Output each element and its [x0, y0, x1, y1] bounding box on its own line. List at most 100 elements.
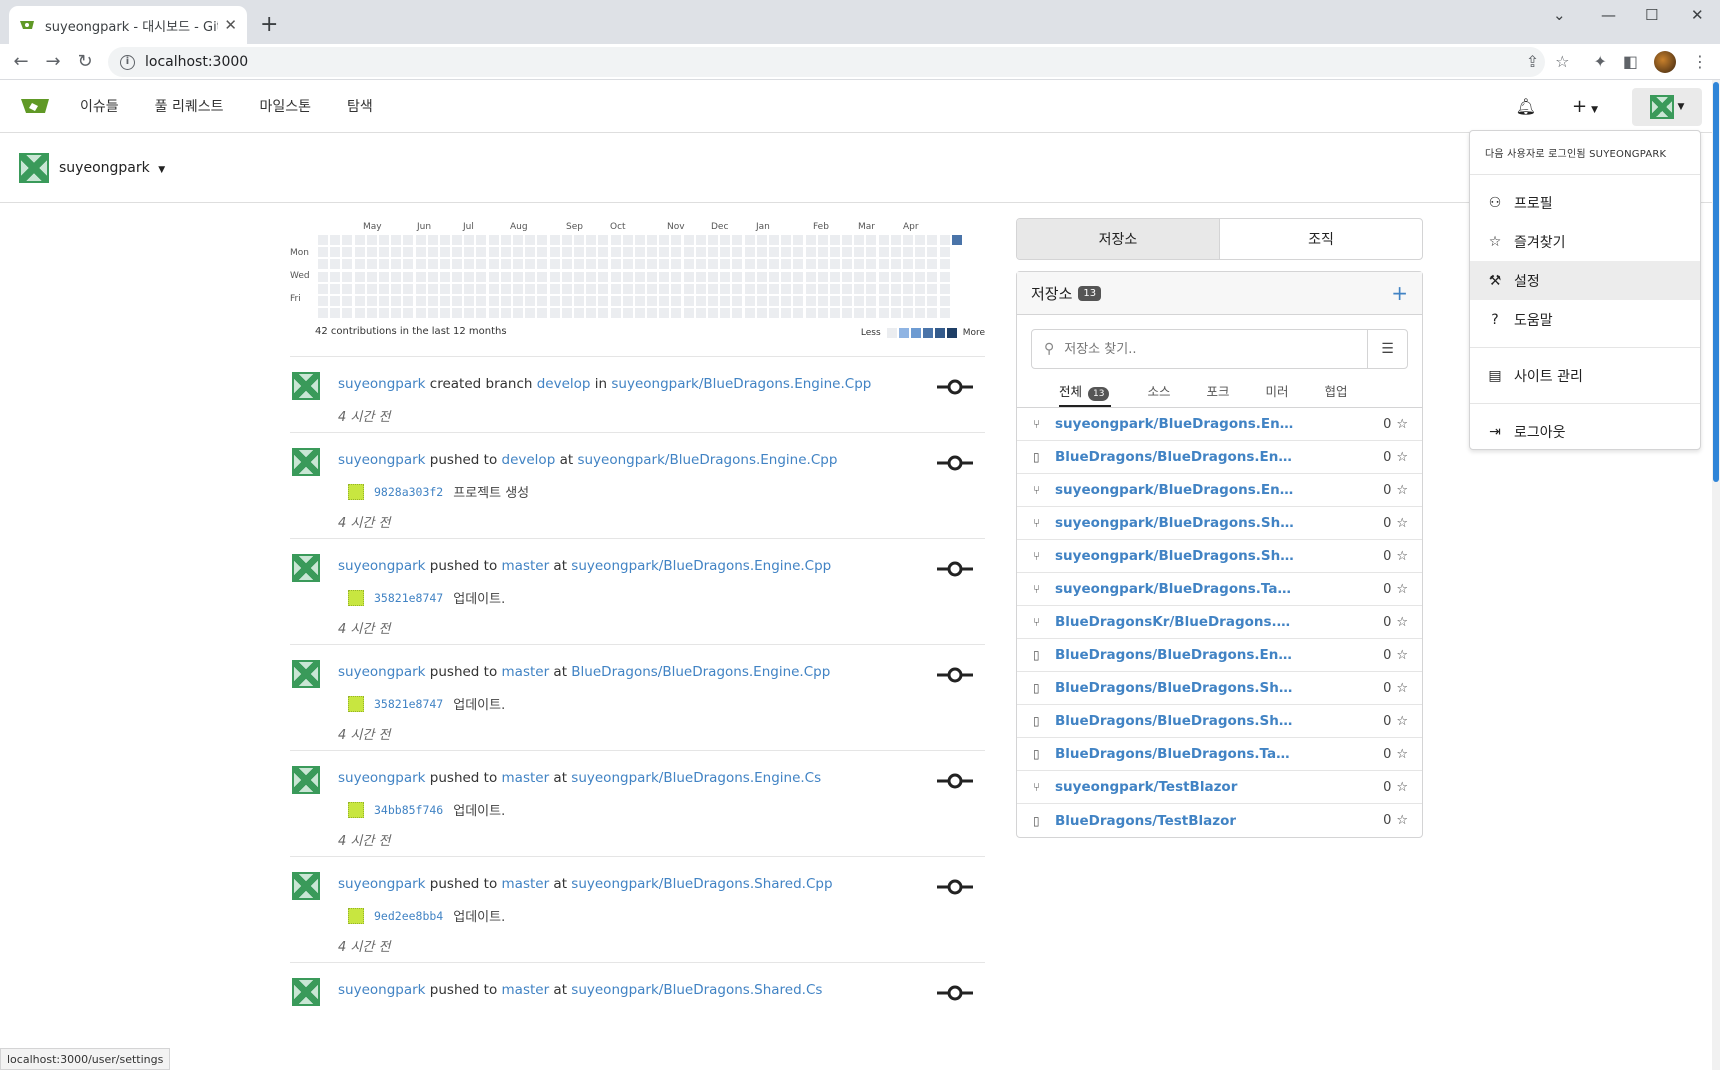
- heatmap-cell[interactable]: [610, 259, 621, 270]
- repo-list-item[interactable]: ▯ BlueDragons/BlueDragons.TaskMan... 0☆: [1017, 738, 1422, 771]
- heatmap-cell[interactable]: [342, 235, 353, 245]
- heatmap-cell[interactable]: [842, 308, 853, 319]
- minimize-icon[interactable]: —: [1601, 6, 1616, 24]
- maximize-icon[interactable]: ☐: [1645, 6, 1658, 24]
- heatmap-cell[interactable]: [318, 235, 328, 245]
- heatmap-cell[interactable]: [452, 259, 463, 270]
- heatmap-cell[interactable]: [890, 308, 901, 319]
- repo-filter-tab[interactable]: 미러: [1266, 369, 1289, 407]
- heatmap-cell[interactable]: [586, 259, 597, 270]
- heatmap-cell[interactable]: [330, 247, 341, 258]
- heatmap-cell[interactable]: [927, 247, 938, 258]
- menu-item-site-admin[interactable]: ▤ 사이트 관리: [1470, 356, 1700, 395]
- heatmap-cell[interactable]: [525, 271, 536, 282]
- heatmap-cell[interactable]: [781, 295, 792, 306]
- heatmap-cell[interactable]: [415, 308, 426, 319]
- heatmap-cell[interactable]: [476, 308, 487, 319]
- heatmap-cell[interactable]: [927, 283, 938, 294]
- context-user-switcher[interactable]: suyeongpark ▼: [59, 160, 165, 176]
- heatmap-cell[interactable]: [415, 259, 426, 270]
- heatmap-cell[interactable]: [366, 259, 377, 270]
- heatmap-cell[interactable]: [768, 295, 779, 306]
- menu-item-help[interactable]: ? 도움말: [1470, 300, 1700, 339]
- heatmap-cell[interactable]: [939, 295, 950, 306]
- heatmap-cell[interactable]: [525, 295, 536, 306]
- heatmap-cell[interactable]: [708, 283, 718, 294]
- reload-icon[interactable]: ↻: [69, 51, 101, 72]
- heatmap-cell[interactable]: [342, 247, 353, 258]
- heatmap-cell[interactable]: [330, 295, 341, 306]
- heatmap-cell[interactable]: [695, 235, 706, 245]
- heatmap-cell[interactable]: [939, 247, 950, 258]
- heatmap-cell[interactable]: [573, 247, 584, 258]
- heatmap-cell[interactable]: [500, 235, 511, 245]
- heatmap-cell[interactable]: [708, 247, 718, 258]
- heatmap-cell[interactable]: [342, 295, 353, 306]
- heatmap-cell[interactable]: [683, 308, 694, 319]
- menu-item-settings[interactable]: ⚒ 설정: [1470, 261, 1700, 300]
- avatar[interactable]: [292, 660, 320, 688]
- commit-sha-link[interactable]: 9ed2ee8bb4: [374, 909, 443, 923]
- heatmap-cell[interactable]: [573, 259, 584, 270]
- heatmap-cell[interactable]: [610, 283, 621, 294]
- heatmap-cell[interactable]: [756, 247, 767, 258]
- feed-repo-link[interactable]: BlueDragons/BlueDragons.Engine.Cpp: [571, 664, 830, 680]
- heatmap-cell[interactable]: [854, 259, 865, 270]
- heatmap-cell[interactable]: [915, 295, 926, 306]
- tab-search-icon[interactable]: ⌄: [1553, 6, 1566, 24]
- heatmap-cell[interactable]: [549, 247, 560, 258]
- heatmap-cell[interactable]: [829, 247, 840, 258]
- heatmap-cell[interactable]: [318, 283, 328, 294]
- heatmap-cell[interactable]: [525, 308, 536, 319]
- heatmap-cell[interactable]: [452, 308, 463, 319]
- heatmap-cell[interactable]: [695, 283, 706, 294]
- notifications-bell-icon[interactable]: 🔔︎: [1516, 97, 1536, 116]
- heatmap-cell[interactable]: [378, 259, 389, 270]
- feed-user-link[interactable]: suyeongpark: [338, 982, 425, 998]
- heatmap-cell[interactable]: [513, 308, 523, 319]
- repo-list-item[interactable]: ⑂ BlueDragonsKr/BlueDragons.TaskM... 0☆: [1017, 606, 1422, 639]
- nav-issues[interactable]: 이슈들: [80, 96, 119, 116]
- heatmap-cell[interactable]: [768, 259, 779, 270]
- heatmap-cell[interactable]: [915, 283, 926, 294]
- repo-list-item[interactable]: ⑂ suyeongpark/BlueDragons.Shared.C... 0☆: [1017, 507, 1422, 540]
- heatmap-cell[interactable]: [610, 271, 621, 282]
- heatmap-cell[interactable]: [781, 247, 792, 258]
- heatmap-cell[interactable]: [939, 283, 950, 294]
- heatmap-cell[interactable]: [915, 235, 926, 245]
- heatmap-cell[interactable]: [829, 235, 840, 245]
- heatmap-cell[interactable]: [647, 271, 658, 282]
- feed-branch-link[interactable]: develop: [502, 452, 556, 468]
- heatmap-cell[interactable]: [732, 259, 743, 270]
- heatmap-cell[interactable]: [708, 271, 718, 282]
- heatmap-cell[interactable]: [366, 308, 377, 319]
- heatmap-cell[interactable]: [854, 271, 865, 282]
- feed-user-link[interactable]: suyeongpark: [338, 376, 425, 392]
- heatmap-cell[interactable]: [573, 235, 584, 245]
- heatmap-cell[interactable]: [634, 271, 645, 282]
- heatmap-cell[interactable]: [500, 295, 511, 306]
- tab-close-icon[interactable]: ✕: [224, 16, 237, 34]
- heatmap-cell[interactable]: [671, 295, 682, 306]
- heatmap-cell[interactable]: [903, 295, 913, 306]
- heatmap-cell[interactable]: [659, 283, 670, 294]
- menu-item-profile[interactable]: ⚇ 프로필: [1470, 183, 1700, 222]
- heatmap-cell[interactable]: [622, 271, 633, 282]
- repo-name-link[interactable]: BlueDragons/BlueDragons.Shared.C...: [1055, 680, 1295, 696]
- heatmap-cell[interactable]: [598, 247, 609, 258]
- heatmap-cell[interactable]: [464, 295, 475, 306]
- heatmap-cell[interactable]: [659, 259, 670, 270]
- heatmap-cell[interactable]: [793, 271, 804, 282]
- heatmap-cell[interactable]: [854, 283, 865, 294]
- heatmap-cell[interactable]: [829, 295, 840, 306]
- avatar[interactable]: [292, 372, 320, 400]
- heatmap-cell[interactable]: [793, 259, 804, 270]
- heatmap-cell[interactable]: [378, 235, 389, 245]
- heatmap-cell[interactable]: [756, 308, 767, 319]
- heatmap-cell[interactable]: [878, 247, 889, 258]
- heatmap-cell[interactable]: [439, 308, 450, 319]
- heatmap-cell[interactable]: [659, 295, 670, 306]
- heatmap-cell[interactable]: [573, 295, 584, 306]
- heatmap-cell[interactable]: [903, 259, 913, 270]
- heatmap-cell[interactable]: [622, 283, 633, 294]
